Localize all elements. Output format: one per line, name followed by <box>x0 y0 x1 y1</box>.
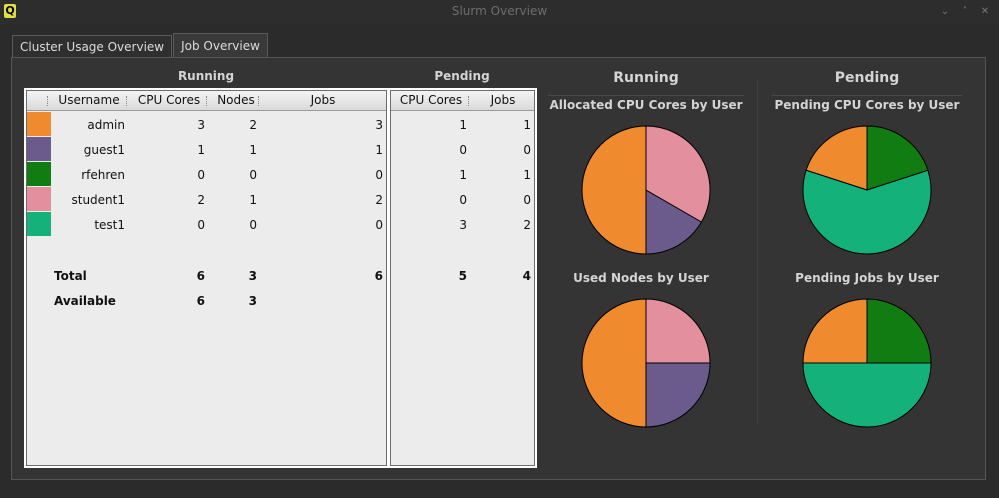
available-label: Available <box>54 294 116 308</box>
username-cell: student1 <box>71 193 125 207</box>
header-nodes[interactable]: Nodes <box>210 91 262 111</box>
pie-slice-student1 <box>645 298 711 364</box>
pending-cpu-cell: 0 <box>459 193 467 207</box>
chart-title-allocated-cpu: Allocated CPU Cores by User <box>549 98 743 112</box>
running-nodes-cell: 2 <box>249 118 257 132</box>
pending-charts-divider <box>772 95 962 96</box>
chart-title-pending-jobs: Pending Jobs by User <box>795 271 939 285</box>
header-jobs[interactable]: Jobs <box>263 91 383 111</box>
chart-title-pending-cpu: Pending CPU Cores by User <box>774 98 960 112</box>
running-table-title: Running <box>177 69 235 83</box>
charts-column-divider <box>757 80 758 425</box>
column-resize-handle[interactable] <box>468 96 470 106</box>
running-jobs-table[interactable]: Username CPU Cores Nodes Jobs admin 3 2 3 gu… <box>26 90 387 466</box>
running-cpu-cell: 0 <box>197 168 205 182</box>
running-jobs-cell: 2 <box>375 193 383 207</box>
window-title: Slurm Overview <box>451 4 548 18</box>
chart-title-used-nodes: Used Nodes by User <box>573 271 709 285</box>
running-charts-title: Running <box>613 70 679 86</box>
username-cell: test1 <box>94 218 125 232</box>
username-cell: rfehren <box>81 168 125 182</box>
column-resize-handle[interactable] <box>258 96 260 106</box>
pending-charts-title: Pending <box>834 70 900 86</box>
running-cpu-cell: 2 <box>197 193 205 207</box>
column-resize-handle[interactable] <box>126 96 128 106</box>
running-jobs-cell: 3 <box>375 118 383 132</box>
pending-jobs-cell: 1 <box>523 118 531 132</box>
user-color-swatch <box>27 137 51 161</box>
pending-table-header: CPU Cores Jobs <box>391 91 534 111</box>
pie-slice-rfehren <box>866 298 932 364</box>
pie-slice-guest1 <box>645 362 711 428</box>
running-table-header: Username CPU Cores Nodes Jobs <box>27 91 386 111</box>
user-color-swatch <box>27 162 51 186</box>
pie-chart-pending-cpu <box>802 125 932 255</box>
tab-cluster-usage-overview[interactable]: Cluster Usage Overview <box>12 35 173 58</box>
pie-chart-used-nodes <box>581 298 711 428</box>
pie-slice-admin <box>581 125 647 255</box>
pie-chart-pending-jobs <box>802 298 932 428</box>
pie-slice-admin <box>802 298 868 364</box>
running-cpu-cell: 3 <box>197 118 205 132</box>
pending-cpu-cell: 0 <box>459 143 467 157</box>
available-nodes: 3 <box>248 294 257 308</box>
column-resize-handle[interactable] <box>206 96 208 106</box>
user-color-swatch <box>27 212 51 236</box>
column-resize-handle[interactable] <box>47 96 49 106</box>
running-nodes-cell: 0 <box>249 168 257 182</box>
pie-slice-test1 <box>802 362 932 428</box>
tab-bar: Cluster Usage Overview Job Overview <box>12 33 269 59</box>
window-titlebar: Q Slurm Overview ⌄ ˄ ✕ <box>0 0 999 24</box>
pending-table-title: Pending <box>434 69 490 83</box>
total-running-nodes: 3 <box>248 269 257 283</box>
pie-chart-allocated-cpu <box>581 125 711 255</box>
maximize-icon[interactable]: ˄ <box>959 6 971 18</box>
total-pending-jobs: 4 <box>522 269 531 283</box>
username-cell: guest1 <box>83 143 125 157</box>
total-running-jobs: 6 <box>374 269 383 283</box>
pending-jobs-cell: 0 <box>523 193 531 207</box>
header-pending-jobs[interactable]: Jobs <box>473 91 533 111</box>
header-cpu-cores[interactable]: CPU Cores <box>131 91 207 111</box>
user-color-swatch <box>27 112 51 136</box>
running-jobs-cell: 0 <box>375 168 383 182</box>
tab-job-overview[interactable]: Job Overview <box>173 33 268 57</box>
pending-jobs-cell: 2 <box>523 218 531 232</box>
total-running-cpu: 6 <box>196 269 205 283</box>
running-jobs-cell: 1 <box>375 143 383 157</box>
pie-slice-admin <box>581 298 647 428</box>
pending-jobs-cell: 1 <box>523 168 531 182</box>
pending-cpu-cell: 3 <box>459 218 467 232</box>
pending-cpu-cell: 1 <box>459 118 467 132</box>
close-icon[interactable]: ✕ <box>979 6 991 18</box>
running-cpu-cell: 1 <box>197 143 205 157</box>
available-cpu: 6 <box>196 294 205 308</box>
pending-jobs-cell: 0 <box>523 143 531 157</box>
running-nodes-cell: 1 <box>249 193 257 207</box>
total-pending-cpu: 5 <box>458 269 467 283</box>
running-nodes-cell: 1 <box>249 143 257 157</box>
running-jobs-cell: 0 <box>375 218 383 232</box>
header-pending-cpu-cores[interactable]: CPU Cores <box>395 91 467 111</box>
pending-jobs-table[interactable]: CPU Cores Jobs 1 1 0 0 1 1 0 0 3 2 5 4 <box>390 90 535 466</box>
total-label: Total <box>54 269 87 283</box>
pending-cpu-cell: 1 <box>459 168 467 182</box>
header-username[interactable]: Username <box>53 91 125 111</box>
job-tables-container: Username CPU Cores Nodes Jobs admin 3 2 3 gu… <box>24 88 537 468</box>
running-cpu-cell: 0 <box>197 218 205 232</box>
username-cell: admin <box>87 118 125 132</box>
running-charts-divider <box>548 95 744 96</box>
running-nodes-cell: 0 <box>249 218 257 232</box>
user-color-swatch <box>27 187 51 211</box>
minimize-icon[interactable]: ⌄ <box>939 6 951 18</box>
